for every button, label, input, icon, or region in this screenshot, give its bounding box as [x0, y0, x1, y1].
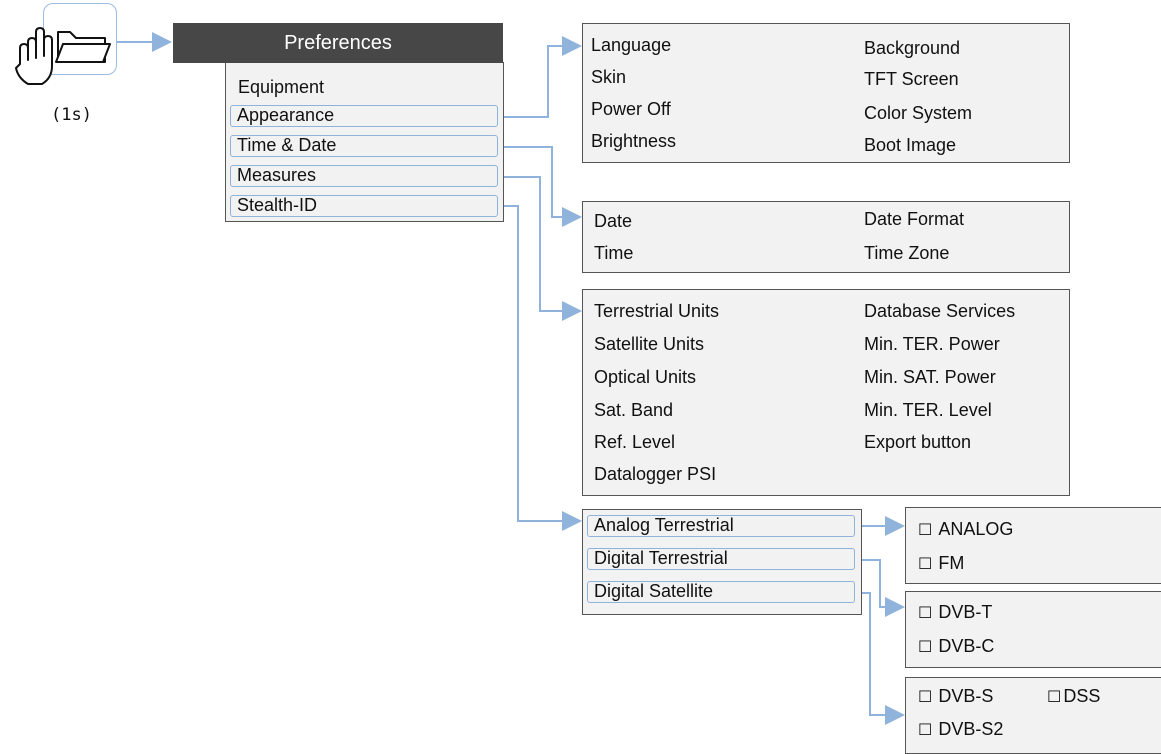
- checkbox-icon: ☐: [918, 689, 933, 706]
- checkbox-fm[interactable]: ☐ FM: [918, 552, 964, 576]
- checkbox-dss[interactable]: ☐ DSS: [1047, 685, 1100, 709]
- option-ref-level[interactable]: Ref. Level: [594, 431, 675, 453]
- option-skin[interactable]: Skin: [591, 66, 626, 88]
- checkbox-fm-label: FM: [938, 553, 965, 573]
- option-time-zone[interactable]: Time Zone: [864, 242, 949, 264]
- option-digital-satellite[interactable]: Digital Satellite: [587, 581, 855, 603]
- option-datalogger-psi[interactable]: Datalogger PSI: [594, 463, 716, 485]
- checkbox-dvb-t-label: DVB-T: [938, 602, 993, 622]
- option-tft-screen[interactable]: TFT Screen: [864, 68, 959, 90]
- option-power-off[interactable]: Power Off: [591, 98, 671, 120]
- option-optical-units[interactable]: Optical Units: [594, 366, 696, 388]
- option-color-system[interactable]: Color System: [864, 102, 972, 124]
- checkbox-dvb-s[interactable]: ☐ DVB-S: [918, 685, 993, 709]
- checkbox-dvb-s2[interactable]: ☐ DVB-S2: [918, 718, 1003, 742]
- option-brightness[interactable]: Brightness: [591, 130, 676, 152]
- checkbox-analog[interactable]: ☐ ANALOG: [918, 518, 1013, 542]
- menu-item-equipment[interactable]: Equipment: [238, 76, 324, 98]
- checkbox-dvb-c-label: DVB-C: [938, 636, 995, 656]
- option-min-ter-level[interactable]: Min. TER. Level: [864, 399, 992, 421]
- checkbox-icon: ☐: [1047, 689, 1062, 706]
- option-background[interactable]: Background: [864, 37, 960, 59]
- option-language[interactable]: Language: [591, 34, 671, 56]
- option-boot-image[interactable]: Boot Image: [864, 134, 956, 156]
- menu-item-stealth-id[interactable]: Stealth-ID: [230, 195, 498, 217]
- checkbox-icon: ☐: [918, 639, 933, 656]
- option-min-ter-power[interactable]: Min. TER. Power: [864, 333, 1000, 355]
- option-export-button[interactable]: Export button: [864, 431, 971, 453]
- preferences-header[interactable]: Preferences: [173, 23, 503, 63]
- option-terrestrial-units[interactable]: Terrestrial Units: [594, 300, 719, 322]
- option-date-format[interactable]: Date Format: [864, 208, 964, 230]
- menu-item-appearance[interactable]: Appearance: [230, 105, 498, 127]
- checkbox-dvb-t[interactable]: ☐ DVB-T: [918, 601, 992, 625]
- option-database-services[interactable]: Database Services: [864, 300, 1015, 322]
- menu-item-measures[interactable]: Measures: [230, 165, 498, 187]
- checkbox-icon: ☐: [918, 605, 933, 622]
- time-date-panel: [582, 201, 1070, 273]
- option-date[interactable]: Date: [594, 210, 632, 232]
- option-time[interactable]: Time: [594, 242, 633, 264]
- checkbox-icon: ☐: [918, 556, 933, 573]
- option-min-sat-power[interactable]: Min. SAT. Power: [864, 366, 996, 388]
- hold-duration-label: (1s): [51, 105, 92, 125]
- checkbox-dvb-c[interactable]: ☐ DVB-C: [918, 635, 994, 659]
- option-digital-terrestrial[interactable]: Digital Terrestrial: [587, 548, 855, 570]
- menu-item-time-date[interactable]: Time & Date: [230, 135, 498, 157]
- checkbox-analog-label: ANALOG: [938, 519, 1014, 539]
- checkbox-dvb-s-label: DVB-S: [938, 686, 994, 706]
- option-sat-band[interactable]: Sat. Band: [594, 399, 673, 421]
- checkbox-dvb-s2-label: DVB-S2: [938, 719, 1004, 739]
- option-analog-terrestrial[interactable]: Analog Terrestrial: [587, 515, 855, 537]
- hand-press-icon: [15, 27, 111, 85]
- option-satellite-units[interactable]: Satellite Units: [594, 333, 704, 355]
- checkbox-icon: ☐: [918, 722, 933, 739]
- checkbox-icon: ☐: [918, 522, 933, 539]
- checkbox-dss-label: DSS: [1063, 686, 1101, 706]
